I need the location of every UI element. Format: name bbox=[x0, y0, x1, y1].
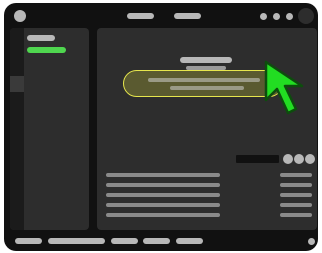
window-control-icon[interactable] bbox=[273, 13, 280, 20]
window-menu-icon[interactable] bbox=[14, 10, 26, 22]
sidebar-item-1[interactable] bbox=[27, 35, 55, 41]
table-row bbox=[106, 183, 220, 187]
status-icon bbox=[308, 238, 315, 245]
table-row-value bbox=[280, 173, 312, 177]
sidebar-rail-indicator bbox=[10, 76, 24, 92]
highlighted-field-line bbox=[170, 86, 244, 90]
footer-item-5[interactable] bbox=[176, 238, 203, 244]
avatar-icon[interactable] bbox=[298, 8, 314, 24]
window-control-icon[interactable] bbox=[260, 13, 267, 20]
sidebar-item-active[interactable] bbox=[27, 47, 66, 53]
tab-2[interactable] bbox=[174, 13, 201, 19]
table-row bbox=[106, 203, 220, 207]
footer-item-3[interactable] bbox=[111, 238, 138, 244]
table-row bbox=[106, 173, 220, 177]
highlighted-field-line bbox=[148, 78, 260, 82]
indicator-icon[interactable] bbox=[305, 154, 315, 164]
table-row-value bbox=[280, 193, 312, 197]
table-row bbox=[106, 213, 220, 217]
window-control-icon[interactable] bbox=[286, 13, 293, 20]
sidebar-rail bbox=[10, 28, 24, 230]
footer-item-1[interactable] bbox=[15, 238, 42, 244]
table-row bbox=[106, 193, 220, 197]
footer-item-4[interactable] bbox=[143, 238, 170, 244]
table-row-value bbox=[280, 213, 312, 217]
highlighted-input-field[interactable] bbox=[123, 70, 283, 97]
footer-item-2[interactable] bbox=[48, 238, 105, 244]
indicator-icon[interactable] bbox=[294, 154, 304, 164]
page-title bbox=[180, 57, 232, 63]
stat-label bbox=[236, 155, 279, 163]
tab-1[interactable] bbox=[127, 13, 154, 19]
indicator-icon[interactable] bbox=[283, 154, 293, 164]
table-row-value bbox=[280, 203, 312, 207]
table-row-value bbox=[280, 183, 312, 187]
arrow-pointer-icon bbox=[264, 60, 304, 115]
